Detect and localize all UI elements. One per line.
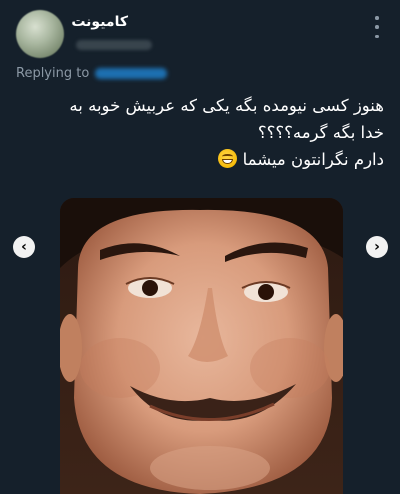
- replying-to-line: Replying to: [16, 66, 168, 81]
- replying-to-handle-redacted[interactable]: [95, 68, 168, 79]
- tweet-text-line-3: دارم نگرانتون میشما: [14, 146, 384, 173]
- tweet-text-line-1: هنوز کسی نیومده بگه یکی که عربیش خوبه به: [69, 96, 384, 115]
- tweet-text: هنوز کسی نیومده بگه یکی که عربیش خوبه به…: [14, 92, 384, 173]
- more-options-icon[interactable]: [374, 16, 380, 38]
- replying-to-label: Replying to: [16, 66, 90, 81]
- grinning-sweat-emoji-icon: [218, 149, 238, 168]
- author-name[interactable]: کامیونت: [71, 14, 128, 30]
- author-handle-redacted: [76, 40, 152, 50]
- chevron-right-icon: ›: [374, 239, 380, 255]
- chevron-left-icon: ‹: [21, 239, 27, 255]
- next-image-button[interactable]: ›: [366, 236, 388, 258]
- tweet-media-photo[interactable]: [60, 198, 343, 494]
- author-avatar[interactable]: [16, 10, 64, 58]
- tweet-text-line-2: خدا بگه گرمه؟؟؟؟: [257, 123, 384, 142]
- tweet-text-line-3-text: دارم نگرانتون میشما: [242, 150, 384, 169]
- smiling-face-photo: [60, 198, 343, 494]
- previous-image-button[interactable]: ‹: [13, 236, 35, 258]
